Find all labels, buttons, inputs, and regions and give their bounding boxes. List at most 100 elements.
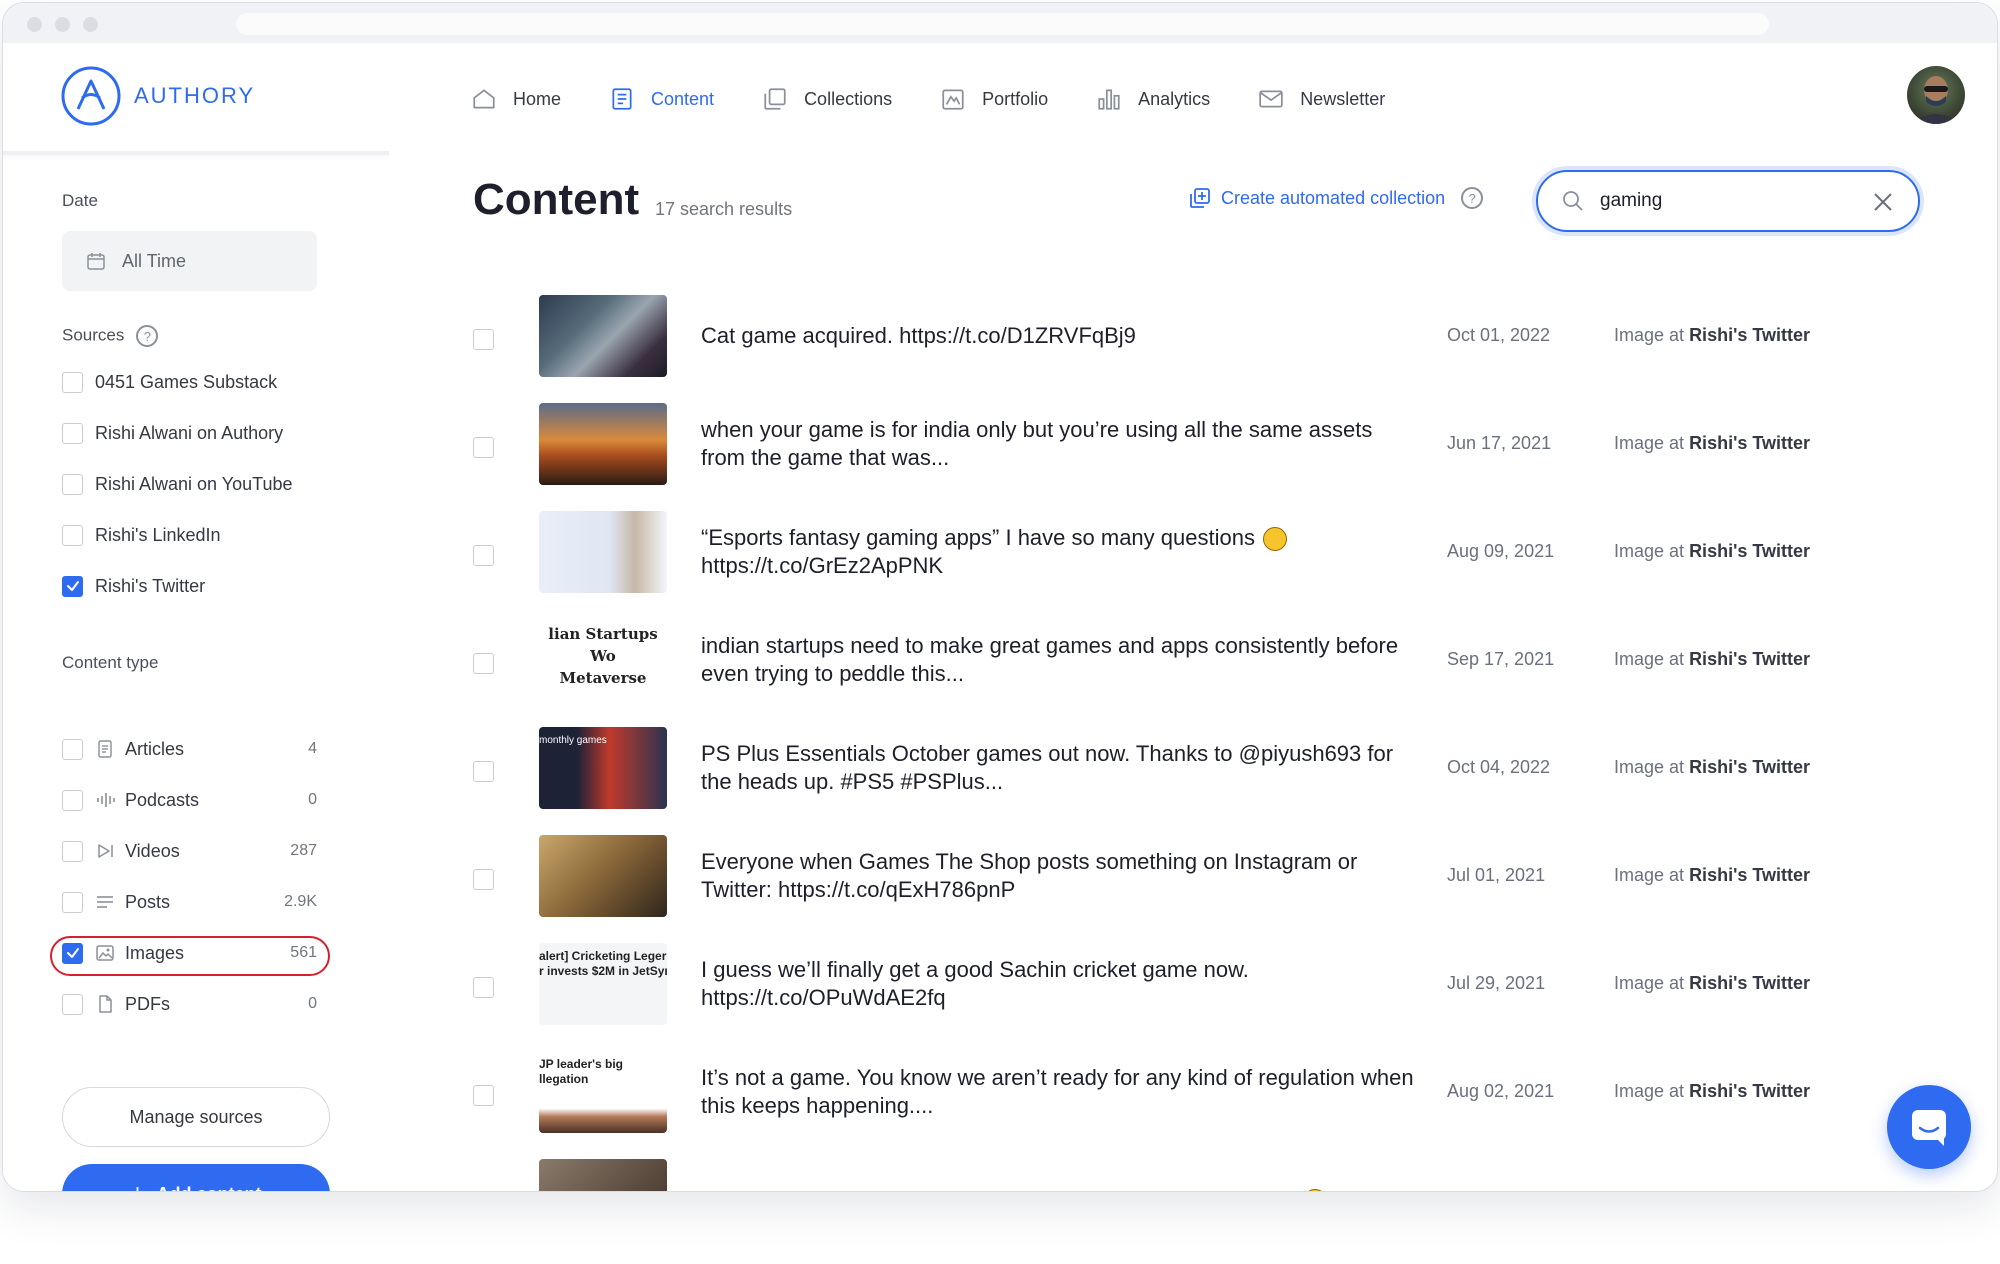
source-filter-0451-games-substack[interactable]: 0451 Games Substack — [62, 367, 317, 397]
row-checkbox[interactable] — [473, 437, 494, 458]
result-thumbnail[interactable] — [539, 403, 667, 485]
window-close-dot[interactable] — [27, 17, 42, 32]
result-row[interactable]: “Esports fantasy gaming apps” I have so … — [473, 511, 1833, 595]
nav-newsletter[interactable]: Newsletter — [1258, 86, 1385, 112]
source-filter-rishi-alwani-on-authory[interactable]: Rishi Alwani on Authory — [62, 418, 317, 448]
result-title[interactable]: Cat game acquired. https://t.co/D1ZRVFqB… — [701, 305, 1421, 367]
result-date: Oct 01, 2022 — [1447, 325, 1551, 345]
result-row[interactable]: lian Startups Wo Metaverse indian startup… — [473, 619, 1833, 703]
result-title[interactable]: indian startups need to make great games… — [701, 629, 1421, 691]
result-title-link: https://t.co/GrEz2ApPNK — [701, 553, 944, 578]
content-type-filter-articles[interactable]: Articles 4 — [62, 734, 317, 764]
result-row[interactable]: Cat game acquired. https://t.co/D1ZRVFqB… — [473, 295, 1833, 379]
result-row[interactable]: alert] Cricketing Leger r invests $2M in … — [473, 943, 1833, 1027]
source-filter-rishi-alwani-on-youtube[interactable]: Rishi Alwani on YouTube — [62, 469, 317, 499]
result-thumbnail[interactable]: lian Startups Wo Metaverse — [539, 619, 667, 701]
result-row[interactable]: when your game is for india only but you… — [473, 403, 1833, 487]
result-title[interactable]: Everyone when Games The Shop posts somet… — [701, 845, 1421, 907]
content-type-label: PDFs — [125, 993, 170, 1014]
source-filter-rishi-s-linkedin[interactable]: Rishi's LinkedIn — [62, 520, 317, 550]
checkbox[interactable] — [62, 993, 83, 1015]
result-thumbnail[interactable]: monthly games — [539, 727, 667, 809]
result-source-name[interactable]: Rishi's Twitter — [1689, 433, 1810, 453]
search-input[interactable] — [1600, 190, 1850, 212]
help-icon[interactable]: ? — [136, 325, 159, 347]
result-row[interactable]: JP leader's big llegation It’s not a game… — [473, 1051, 1833, 1135]
result-source-name[interactable]: Rishi's Twitter — [1689, 541, 1810, 561]
row-checkbox[interactable] — [473, 869, 494, 890]
result-row[interactable]: Everyone when Games The Shop posts somet… — [473, 835, 1833, 919]
checkbox[interactable] — [62, 524, 83, 546]
result-thumbnail[interactable] — [539, 835, 667, 917]
row-checkbox[interactable] — [473, 977, 494, 998]
create-automated-collection-button[interactable]: Create automated collection ? — [1189, 187, 1484, 209]
content-type-label: Podcasts — [125, 789, 200, 810]
result-title[interactable]: “Esports fantasy gaming apps” I have so … — [701, 521, 1421, 583]
checkbox[interactable] — [62, 371, 83, 393]
checkbox[interactable] — [62, 840, 83, 862]
result-title[interactable]: It’s not a game. You know we aren’t read… — [701, 1061, 1421, 1123]
result-title[interactable]: I guess we’ll finally get a good Sachin … — [701, 953, 1421, 1015]
nav-content[interactable]: Content — [609, 86, 714, 112]
result-title[interactable]: when your game is for india only but you… — [701, 413, 1421, 475]
content-icon — [612, 88, 632, 110]
row-checkbox[interactable] — [473, 329, 494, 350]
row-checkbox[interactable] — [473, 1085, 494, 1106]
window-minimize-dot[interactable] — [55, 17, 70, 32]
manage-sources-button[interactable]: Manage sources — [62, 1087, 330, 1147]
nav-analytics[interactable]: Analytics — [1096, 86, 1210, 112]
add-collection-icon — [1190, 188, 1210, 208]
collections-icon — [764, 88, 786, 110]
authory-logo[interactable]: AUTHORY — [60, 65, 255, 127]
window-maximize-dot[interactable] — [83, 17, 98, 32]
result-thumbnail[interactable] — [539, 1159, 667, 1191]
result-thumbnail[interactable] — [539, 295, 667, 377]
row-checkbox[interactable] — [473, 761, 494, 782]
checkbox[interactable] — [62, 738, 83, 760]
date-filter[interactable]: All Time — [62, 231, 317, 291]
content-type-filter-podcasts[interactable]: Podcasts 0 — [62, 785, 317, 815]
nav-collections[interactable]: Collections — [762, 86, 892, 112]
help-icon[interactable]: ? — [1461, 187, 1484, 209]
add-content-button[interactable]: + Add content — [62, 1164, 330, 1191]
row-checkbox[interactable] — [473, 653, 494, 674]
thumb-text: Metaverse — [559, 669, 647, 687]
result-source-name[interactable]: Rishi's Twitter — [1689, 649, 1810, 669]
result-date: Oct 04, 2022 — [1447, 757, 1551, 777]
chat-support-button[interactable] — [1887, 1085, 1971, 1169]
result-source-name[interactable]: Rishi's Twitter — [1689, 865, 1810, 885]
close-icon[interactable] — [1872, 191, 1894, 213]
content-type-filter-pdfs[interactable]: PDFs 0 — [62, 989, 317, 1019]
row-checkbox[interactable] — [473, 545, 494, 566]
nav-home[interactable]: Home — [471, 86, 561, 112]
content-type-count: 0 — [308, 995, 317, 1012]
result-source: Image at Rishi's Twitter — [1614, 1081, 1810, 1102]
checkbox[interactable] — [62, 891, 83, 913]
result-thumbnail[interactable]: alert] Cricketing Leger r invests $2M in … — [539, 943, 667, 1025]
user-avatar[interactable] — [1907, 66, 1965, 124]
calendar-icon — [87, 253, 105, 270]
search-box[interactable] — [1536, 170, 1920, 232]
content-type-filter-posts[interactable]: Posts 2.9K — [62, 887, 317, 917]
thumb-text: alert] Cricketing Leger — [539, 949, 667, 963]
result-thumbnail[interactable] — [539, 511, 667, 593]
result-source-name[interactable]: Rishi's Twitter — [1689, 325, 1810, 345]
content-type-filter-videos[interactable]: Videos 287 — [62, 836, 317, 866]
result-type: Image at — [1614, 541, 1685, 561]
result-title[interactable]: PS Plus Essentials October games out now… — [701, 737, 1421, 799]
result-source-name[interactable]: Rishi's Twitter — [1689, 1081, 1810, 1101]
result-row[interactable]: monthly games PS Plus Essentials October… — [473, 727, 1833, 811]
checkbox[interactable] — [62, 789, 83, 811]
result-source-name[interactable]: Rishi's Twitter — [1689, 757, 1810, 777]
nav-portfolio[interactable]: Portfolio — [940, 86, 1048, 112]
checkbox[interactable] — [62, 422, 83, 444]
checkbox[interactable] — [62, 473, 83, 495]
result-thumbnail[interactable]: JP leader's big llegation — [539, 1051, 667, 1133]
result-source-name[interactable]: Rishi's Twitter — [1689, 973, 1810, 993]
source-filter-rishi-s-twitter[interactable]: Rishi's Twitter — [62, 571, 317, 601]
address-bar[interactable] — [236, 13, 1769, 35]
result-title[interactable]: Steam game number 500. Proof of authenti… — [701, 1169, 1421, 1191]
checkbox[interactable] — [62, 575, 83, 597]
plus-icon: + — [130, 1180, 144, 1191]
result-row[interactable]: Steam game number 500. Proof of authenti… — [473, 1159, 1833, 1191]
